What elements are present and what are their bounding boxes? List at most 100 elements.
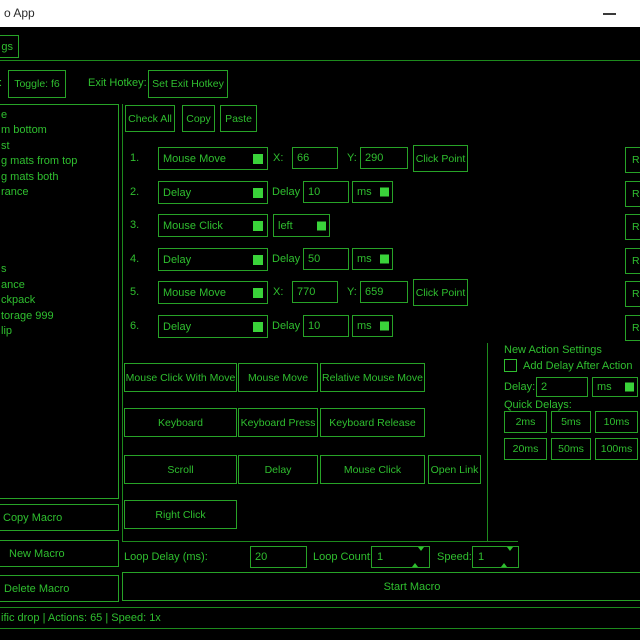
- app-window: o App gs : Toggle: f6 Exit Hotkey: Set E…: [0, 0, 640, 640]
- macro-list-item[interactable]: [1, 247, 116, 262]
- toggle-hotkey-button[interactable]: Toggle: f6: [8, 70, 66, 98]
- dropdown-icon: [253, 288, 263, 298]
- add-open-link-button[interactable]: Open Link: [428, 455, 481, 484]
- quick-delay-20ms-button[interactable]: 20ms: [504, 438, 547, 460]
- copy-button[interactable]: Copy: [182, 105, 215, 132]
- action-type-select[interactable]: Delay: [158, 181, 268, 204]
- add-scroll-button[interactable]: Scroll: [124, 455, 237, 484]
- remove-action-button[interactable]: R: [625, 214, 640, 240]
- macro-list-item[interactable]: rance: [1, 185, 116, 200]
- add-delay-checkbox[interactable]: [504, 359, 517, 372]
- action-type-select[interactable]: Mouse Move: [158, 147, 268, 170]
- delay-unit-select[interactable]: ms: [352, 315, 393, 337]
- macro-list-item[interactable]: [1, 232, 116, 247]
- check-all-button[interactable]: Check All: [125, 105, 175, 132]
- remove-action-button[interactable]: R: [625, 147, 640, 173]
- macro-list-item[interactable]: g mats both: [1, 170, 116, 185]
- x-input[interactable]: 66: [292, 147, 338, 169]
- dropdown-icon: [253, 255, 263, 265]
- spinner-down-icon[interactable]: [507, 547, 513, 563]
- add-keyboard-button[interactable]: Keyboard: [124, 408, 237, 437]
- click-point-button[interactable]: Click Point: [413, 279, 468, 306]
- row-number: 4.: [130, 253, 139, 265]
- loop-delay-input[interactable]: 20: [250, 546, 307, 568]
- macro-list[interactable]: e m bottom st g mats from top g mats bot…: [0, 104, 119, 499]
- copy-macro-button[interactable]: Copy Macro: [0, 504, 119, 531]
- dropdown-icon: [253, 221, 263, 231]
- quick-delay-5ms-button[interactable]: 5ms: [551, 411, 591, 433]
- row-number: 6.: [130, 320, 139, 332]
- exit-hotkey-label: Exit Hotkey:: [88, 77, 147, 89]
- speed-label: Speed:: [437, 551, 472, 563]
- set-exit-hotkey-button[interactable]: Set Exit Hotkey: [148, 70, 228, 98]
- click-point-button[interactable]: Click Point: [413, 145, 468, 172]
- macro-list-item[interactable]: m bottom: [1, 123, 116, 138]
- row-number: 3.: [130, 219, 139, 231]
- x-input[interactable]: 770: [292, 281, 338, 303]
- add-mouse-click-with-move-button[interactable]: Mouse Click With Move: [124, 363, 237, 392]
- macro-list-item[interactable]: s: [1, 262, 116, 277]
- macro-list-item[interactable]: e: [1, 108, 116, 123]
- macro-list-item[interactable]: ance: [1, 278, 116, 293]
- action-type-select[interactable]: Delay: [158, 315, 268, 338]
- macro-list-item[interactable]: ckpack: [1, 293, 116, 308]
- remove-action-button[interactable]: R: [625, 281, 640, 307]
- macro-list-item[interactable]: torage 999: [1, 309, 116, 324]
- remove-action-button[interactable]: R: [625, 315, 640, 341]
- remove-action-button[interactable]: R: [625, 248, 640, 274]
- new-action-delay-unit-select[interactable]: ms: [592, 377, 638, 397]
- macro-list-item[interactable]: st: [1, 139, 116, 154]
- delay-input[interactable]: 10: [303, 181, 349, 203]
- action-type-select[interactable]: Delay: [158, 248, 268, 271]
- x-label: X:: [273, 152, 283, 164]
- settings-panel-left-border: [487, 343, 488, 542]
- dropdown-icon: [380, 188, 389, 197]
- add-mouse-click-button[interactable]: Mouse Click: [320, 455, 425, 484]
- spinner-down-icon[interactable]: [418, 547, 424, 563]
- delete-macro-button[interactable]: Delete Macro: [0, 575, 119, 602]
- action-type-select[interactable]: Mouse Move: [158, 281, 268, 304]
- minimize-button[interactable]: [596, 0, 626, 27]
- new-macro-button[interactable]: New Macro: [0, 540, 119, 567]
- add-right-click-button[interactable]: Right Click: [124, 500, 237, 529]
- toggle-hotkey-label: :: [0, 77, 2, 89]
- action-type-select[interactable]: Mouse Click: [158, 214, 268, 237]
- quick-delay-50ms-button[interactable]: 50ms: [551, 438, 591, 460]
- row-number: 1.: [130, 152, 139, 164]
- loop-delay-label: Loop Delay (ms):: [124, 551, 208, 563]
- add-keyboard-release-button[interactable]: Keyboard Release: [320, 408, 425, 437]
- tab-settings[interactable]: gs: [0, 35, 19, 58]
- loop-count-stepper[interactable]: 1: [371, 546, 430, 568]
- add-delay-button[interactable]: Delay: [238, 455, 318, 484]
- main-panel-left-border: [122, 104, 123, 542]
- macro-list-item[interactable]: g mats from top: [1, 154, 116, 169]
- quick-delay-10ms-button[interactable]: 10ms: [595, 411, 638, 433]
- remove-action-button[interactable]: R: [625, 181, 640, 207]
- status-bar: ific drop | Actions: 65 | Speed: 1x: [0, 607, 640, 629]
- new-action-delay-input[interactable]: 2: [536, 377, 588, 397]
- quick-delay-2ms-button[interactable]: 2ms: [504, 411, 547, 433]
- delay-unit-select[interactable]: ms: [352, 248, 393, 270]
- macro-list-item[interactable]: [1, 201, 116, 216]
- delay-label: Delay: [272, 186, 300, 198]
- paste-button[interactable]: Paste: [220, 105, 257, 132]
- title-bar: o App: [0, 0, 640, 27]
- row-number: 5.: [130, 286, 139, 298]
- speed-stepper[interactable]: 1: [472, 546, 519, 568]
- dropdown-icon: [253, 154, 263, 164]
- delay-unit-select[interactable]: ms: [352, 181, 393, 203]
- y-input[interactable]: 659: [360, 281, 408, 303]
- dropdown-icon: [625, 383, 634, 392]
- mouse-button-select[interactable]: left: [273, 214, 330, 237]
- macro-list-item[interactable]: [1, 216, 116, 231]
- delay-input[interactable]: 50: [303, 248, 349, 270]
- delay-input[interactable]: 10: [303, 315, 349, 337]
- window-title: o App: [4, 6, 35, 20]
- start-macro-button[interactable]: Start Macro: [122, 572, 640, 601]
- add-keyboard-press-button[interactable]: Keyboard Press: [238, 408, 318, 437]
- macro-list-item[interactable]: lip: [1, 324, 116, 339]
- quick-delay-100ms-button[interactable]: 100ms: [595, 438, 638, 460]
- add-mouse-move-button[interactable]: Mouse Move: [238, 363, 318, 392]
- y-input[interactable]: 290: [360, 147, 408, 169]
- add-relative-mouse-move-button[interactable]: Relative Mouse Move: [320, 363, 425, 392]
